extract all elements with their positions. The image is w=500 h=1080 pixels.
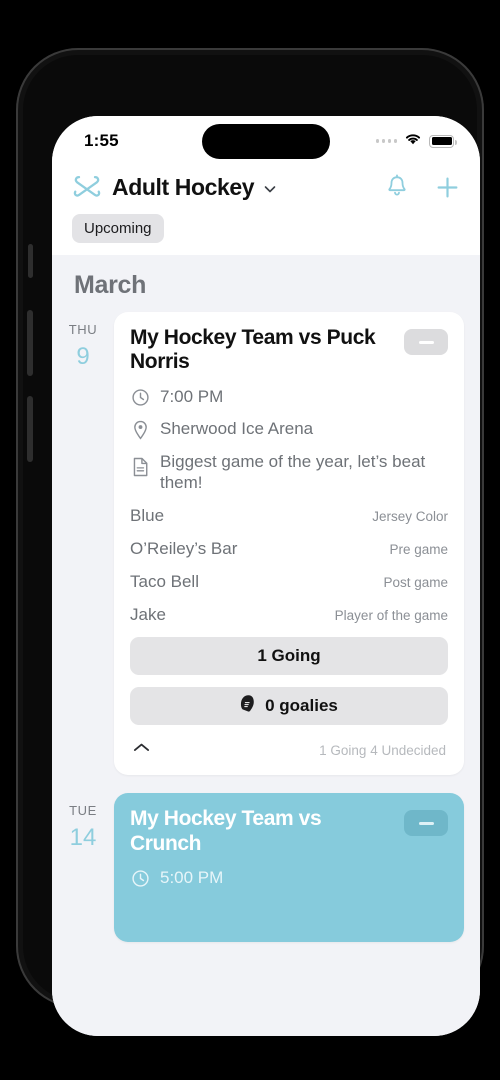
event-location: Sherwood Ice Arena <box>160 418 314 438</box>
clock-icon <box>130 386 150 407</box>
note-document-icon <box>130 451 150 477</box>
event-daynumber: 9 <box>76 343 90 370</box>
clock-icon <box>130 867 150 888</box>
event-dayofweek: THU <box>68 322 98 337</box>
minus-icon <box>418 340 434 344</box>
collapse-button[interactable] <box>404 329 448 355</box>
goalie-mask-icon <box>240 694 257 718</box>
event-title: My Hockey Team vs Puck Norris <box>130 326 376 374</box>
plus-icon[interactable] <box>435 175 460 200</box>
wifi-icon <box>404 132 422 150</box>
event-card-header: My Hockey Team vs Crunch <box>130 807 448 856</box>
event-date: THU 9 <box>52 312 114 371</box>
event-time: 5:00 PM <box>160 868 224 888</box>
detail-row: Blue Jersey Color <box>130 506 448 526</box>
dynamic-island <box>202 124 330 159</box>
event-card-header: My Hockey Team vs Puck Norris <box>130 326 448 375</box>
event-row: THU 9 My Hockey Team vs Puck Norris 7:00… <box>52 312 480 776</box>
event-note-row: Biggest game of the year, let’s beat the… <box>130 451 448 494</box>
attendance-summary: 1 Going 4 Undecided <box>319 742 446 758</box>
detail-label: Post game <box>383 575 448 591</box>
detail-label: Player of the game <box>334 608 448 624</box>
filter-bar: Upcoming <box>52 202 480 255</box>
phone-frame: 1:55 Adult Hockey Upcoming March THU 9 M… <box>16 48 484 1036</box>
volume-up-button[interactable] <box>27 310 33 376</box>
goalies-button[interactable]: 0 goalies <box>130 687 448 726</box>
month-header: March <box>74 271 147 299</box>
event-card-footer: 1 Going 4 Undecided <box>130 737 448 765</box>
event-time-row: 7:00 PM <box>130 386 448 407</box>
bell-icon[interactable] <box>385 174 409 200</box>
event-note: Biggest game of the year, let’s beat the… <box>160 451 426 493</box>
event-daynumber: 14 <box>69 824 97 852</box>
event-feed: March THU 9 My Hockey Team vs Puck Norri… <box>52 255 480 1036</box>
filter-pill-upcoming[interactable]: Upcoming <box>72 214 164 243</box>
chevron-up-icon[interactable] <box>132 741 151 759</box>
event-row: TUE 14 My Hockey Team vs Crunch 5:00 PM <box>52 793 480 943</box>
going-button-label: 1 Going <box>257 646 321 666</box>
event-date: TUE 14 <box>52 793 114 852</box>
detail-row: O’Reiley’s Bar Pre game <box>130 539 448 559</box>
app-header: Adult Hockey <box>52 166 480 202</box>
detail-label: Pre game <box>389 542 448 558</box>
going-button[interactable]: 1 Going <box>130 637 448 676</box>
status-time: 1:55 <box>84 131 119 150</box>
detail-value: O’Reiley’s Bar <box>130 539 238 559</box>
event-card[interactable]: My Hockey Team vs Crunch 5:00 PM <box>114 793 464 943</box>
crossed-sticks-x-logo <box>72 172 102 202</box>
event-location-row: Sherwood Ice Arena <box>130 418 448 440</box>
battery-full-icon <box>429 134 457 148</box>
event-time-row: 5:00 PM <box>130 867 448 888</box>
collapse-button[interactable] <box>404 810 448 837</box>
screenshot-stage: 1:55 Adult Hockey Upcoming March THU 9 M… <box>0 0 500 1080</box>
volume-down-button[interactable] <box>27 396 33 462</box>
status-indicators <box>375 132 457 150</box>
map-pin-icon <box>130 418 150 440</box>
phone-screen: 1:55 Adult Hockey Upcoming March THU 9 M… <box>52 116 480 1036</box>
detail-row: Jake Player of the game <box>130 605 448 625</box>
detail-value: Taco Bell <box>130 572 199 592</box>
status-bar: 1:55 <box>52 116 480 166</box>
chevron-down-icon[interactable] <box>263 182 277 196</box>
detail-label: Jersey Color <box>372 509 448 525</box>
signal-dots-icon <box>375 139 397 143</box>
minus-icon <box>418 821 434 825</box>
detail-value: Blue <box>130 506 165 526</box>
goalies-button-label: 0 goalies <box>265 696 338 716</box>
card-bottom-spacer <box>130 888 448 932</box>
event-card[interactable]: My Hockey Team vs Puck Norris 7:00 PM Sh… <box>114 312 464 776</box>
event-dayofweek: TUE <box>69 803 97 819</box>
page-title: Adult Hockey <box>112 173 255 200</box>
detail-value: Jake <box>130 605 166 625</box>
event-title: My Hockey Team vs Crunch <box>130 807 322 855</box>
detail-row: Taco Bell Post game <box>130 572 448 592</box>
event-time: 7:00 PM <box>160 386 224 406</box>
silence-switch[interactable] <box>28 244 33 278</box>
